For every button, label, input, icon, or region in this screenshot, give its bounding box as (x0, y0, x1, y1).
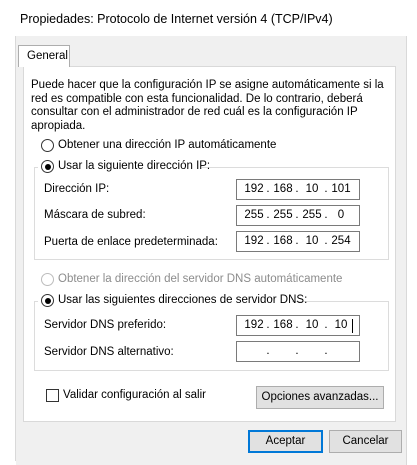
alternate-dns-label: Servidor DNS alternativo: (44, 346, 174, 358)
cancel-button[interactable]: Cancelar (329, 430, 402, 453)
alternate-dns-dot-2: . (295, 345, 299, 357)
preferred-dns-label: Servidor DNS preferido: (44, 319, 167, 331)
alternate-dns-dot-1: . (266, 345, 270, 357)
window-title: Propiedades: Protocolo de Internet versi… (20, 12, 333, 26)
alternate-dns-dot-3: . (324, 345, 328, 357)
preferred-dns-octet-3: 10 (305, 319, 319, 331)
gateway-octet-3: 10 (305, 235, 319, 247)
ip-address-octet-2: 168 (273, 183, 293, 195)
ip-address-label: Dirección IP: (44, 183, 110, 195)
ip-address-octet-3: 10 (305, 183, 319, 195)
subnet-mask-octet-2: 255 (273, 209, 293, 221)
dns-auto-radio[interactable] (41, 273, 54, 286)
ip-manual-label[interactable]: Usar la siguiente dirección IP: (58, 160, 210, 172)
gateway-octet-1: 192 (244, 235, 264, 247)
window-border-right (406, 36, 407, 465)
description-text: Puede hacer que la configuración IP se a… (31, 79, 384, 132)
subnet-mask-label: Máscara de subred: (44, 209, 146, 221)
dns-auto-label[interactable]: Obtener la dirección del servidor DNS au… (58, 273, 342, 285)
subnet-mask-octet-3: 255 (302, 209, 322, 221)
ip-auto-label[interactable]: Obtener una dirección IP automáticamente (58, 139, 276, 151)
advanced-options-button[interactable]: Opciones avanzadas... (256, 386, 384, 409)
validate-label[interactable]: Validar configuración al salir (63, 389, 206, 401)
ip-manual-radio[interactable] (41, 160, 54, 173)
ip-auto-radio[interactable] (41, 139, 54, 152)
accept-button[interactable]: Aceptar (248, 430, 323, 453)
window-border-left (15, 36, 16, 461)
ip-address-octet-1: 192 (244, 183, 264, 195)
gateway-octet-4: 254 (331, 235, 351, 247)
text-caret (352, 319, 353, 333)
gateway-field[interactable]: 192 . 168 . 10 . 254 (236, 231, 360, 252)
preferred-dns-octet-1: 192 (244, 319, 264, 331)
preferred-dns-field[interactable]: 192 . 168 . 10 . 10 (236, 315, 360, 336)
alternate-dns-field[interactable]: . . . (236, 341, 360, 362)
dns-manual-radio[interactable] (41, 294, 54, 307)
gateway-label: Puerta de enlace predeterminada: (44, 236, 218, 248)
dns-manual-label[interactable]: Usar las siguientes direcciones de servi… (58, 294, 307, 306)
ip-address-octet-4: 101 (331, 183, 351, 195)
subnet-mask-octet-4: 0 (337, 209, 345, 221)
preferred-dns-octet-4: 10 (334, 319, 348, 331)
subnet-mask-octet-1: 255 (244, 209, 264, 221)
validate-checkbox[interactable] (46, 389, 59, 402)
gateway-octet-2: 168 (273, 235, 293, 247)
tab-general-label: General (27, 50, 68, 62)
tab-general[interactable]: General (18, 45, 70, 67)
subnet-mask-field[interactable]: 255 . 255 . 255 . 0 (236, 205, 360, 226)
preferred-dns-octet-2: 168 (273, 319, 293, 331)
ip-address-field[interactable]: 192 . 168 . 10 . 101 (236, 179, 360, 200)
